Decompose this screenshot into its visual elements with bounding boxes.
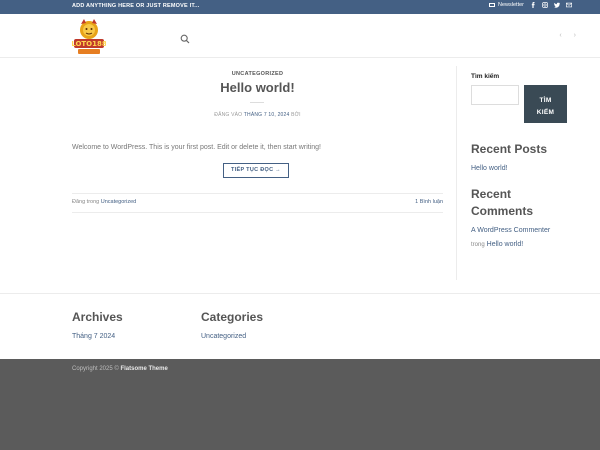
copyright-prefix: Copyright 2025 © bbox=[72, 366, 119, 372]
logo-text: LOTO188 bbox=[72, 40, 106, 48]
read-more-button[interactable]: TIẾP TỤC ĐỌC → bbox=[223, 163, 289, 178]
archives-link[interactable]: Tháng 7 2024 bbox=[72, 333, 115, 340]
top-bar-right: Newsletter bbox=[489, 2, 572, 8]
meta-prefix: ĐĂNG VÀO bbox=[214, 112, 243, 118]
categories-title: Categories bbox=[201, 310, 264, 324]
post-meta: ĐĂNG VÀO THÁNG 7 10, 2024 BỞI bbox=[72, 112, 443, 118]
posted-in-category-link[interactable]: Uncategorized bbox=[101, 199, 136, 205]
posted-in: Đăng trong Uncategorized bbox=[72, 199, 136, 205]
copyright: Copyright 2025 © Flatsome Theme bbox=[72, 366, 168, 372]
theme-name: Flatsome Theme bbox=[120, 366, 168, 372]
categories-link[interactable]: Uncategorized bbox=[201, 333, 246, 340]
post-footer-divider bbox=[72, 193, 443, 194]
recent-comment-author[interactable]: A WordPress Commenter bbox=[471, 227, 550, 234]
meta-suffix: BỞI bbox=[291, 112, 301, 118]
search-submit-button[interactable]: TÌM KIẾM bbox=[524, 85, 567, 123]
title-divider bbox=[250, 102, 264, 103]
search-widget-label: Tìm kiếm bbox=[471, 73, 500, 80]
recent-comments-title-line2: Comments bbox=[471, 204, 534, 218]
comments-link[interactable]: 1 Bình luận bbox=[415, 199, 443, 205]
facebook-icon[interactable] bbox=[530, 2, 536, 8]
instagram-icon[interactable] bbox=[542, 2, 548, 8]
meta-date-link[interactable]: THÁNG 7 10, 2024 bbox=[244, 112, 290, 118]
search-button-line2: KIẾM bbox=[536, 109, 555, 116]
top-bar: ADD ANYTHING HERE OR JUST REMOVE IT... N… bbox=[0, 0, 600, 14]
twitter-icon[interactable] bbox=[554, 2, 560, 8]
site-logo[interactable]: LOTO188 bbox=[71, 17, 107, 57]
recent-post-link[interactable]: Hello world! bbox=[471, 165, 508, 172]
archives-title: Archives bbox=[72, 310, 123, 324]
post-excerpt: Welcome to WordPress. This is your first… bbox=[72, 144, 321, 151]
post-title[interactable]: Hello world! bbox=[72, 80, 443, 95]
post-category[interactable]: UNCATEGORIZED bbox=[72, 71, 443, 77]
newsletter-label: Newsletter bbox=[498, 2, 524, 8]
absolute-footer: Copyright 2025 © Flatsome Theme bbox=[0, 359, 600, 450]
site-header: LOTO188 ‹ › bbox=[0, 14, 600, 58]
search-icon[interactable] bbox=[180, 31, 190, 44]
search-button-line1: TÌM bbox=[539, 97, 552, 104]
newsletter-link[interactable]: Newsletter bbox=[489, 2, 524, 8]
recent-comments-title: Recent Comments bbox=[471, 186, 533, 220]
email-icon[interactable] bbox=[566, 2, 572, 8]
header-arrows: ‹ › bbox=[559, 32, 576, 39]
chevron-left-icon[interactable]: ‹ bbox=[559, 32, 561, 39]
envelope-icon bbox=[489, 2, 496, 8]
search-input[interactable] bbox=[471, 85, 519, 105]
sidebar-divider bbox=[456, 66, 457, 280]
recent-comment-post-link[interactable]: Hello world! bbox=[487, 241, 524, 248]
recent-posts-title: Recent Posts bbox=[471, 142, 548, 156]
footer-widgets: Archives Tháng 7 2024 Categories Uncateg… bbox=[0, 293, 600, 359]
post-bottom-divider bbox=[72, 212, 443, 213]
recent-comment-context: trong Hello world! bbox=[471, 241, 523, 248]
chevron-right-icon[interactable]: › bbox=[574, 32, 576, 39]
posted-in-prefix: Đăng trong bbox=[72, 199, 100, 205]
recent-comment-on: trong bbox=[471, 242, 485, 248]
recent-comments-title-line1: Recent bbox=[471, 187, 512, 201]
top-bar-message: ADD ANYTHING HERE OR JUST REMOVE IT... bbox=[72, 3, 200, 9]
